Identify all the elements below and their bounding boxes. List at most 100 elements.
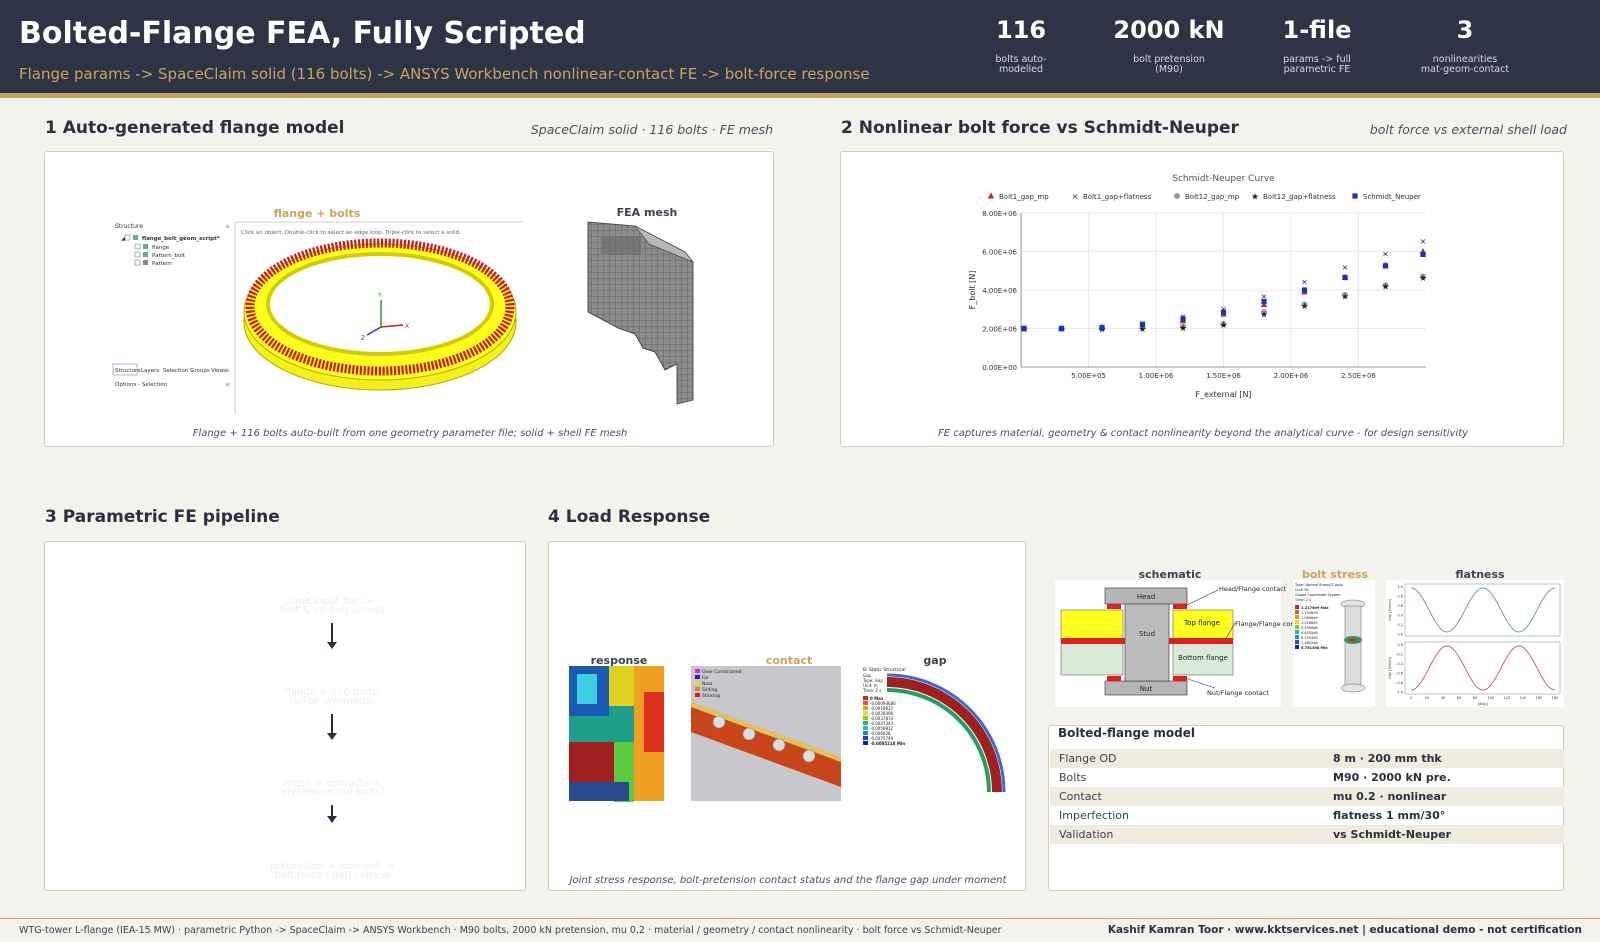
section-2-note: bolt force vs external shell load [1369,122,1567,137]
kpi-bolts: 116 bolts auto- modelled [946,16,1096,75]
y-tick-label: 6.00E+06 [982,249,1017,257]
svg-text:≡: ≡ [225,223,230,230]
table-value: flatness 1 mm/30° [1333,809,1446,822]
y-tick-label: 4.00E+06 [982,287,1017,295]
svg-text:Unit: Pa: Unit: Pa [1295,588,1309,592]
page-subtitle: Flange params -> SpaceClaim solid (116 b… [19,65,870,83]
load-response-caption: Joint stress response, bolt-pretension c… [569,875,1007,886]
bolt-schematic-image: Head Stud Nut Top flange Bottom flange H… [1055,580,1308,707]
svg-text:Time: 2 s: Time: 2 s [1294,598,1311,602]
schematic-nf: Nut/Flange contact [1207,689,1269,697]
axis-x-label: X [405,323,409,330]
svg-text:7.4852e8: 7.4852e8 [1301,641,1318,645]
legend-label: Bolt12_gap_mp [1185,193,1240,201]
pipeline-arrow [331,623,333,643]
kpi-label: nonlinearities mat-geom-contact [1420,54,1510,75]
tree-structure-label: Structure [115,223,143,230]
flatness-x-label: [deg.] [1478,702,1489,706]
data-point: × [1382,249,1389,258]
kpi-value: 116 [995,16,1047,44]
tree-item: Pattern_bolt [152,253,186,259]
flatness-y-tick: -0.4 [1396,662,1404,666]
flatness-y-tick: 0.2 [1397,623,1403,627]
y-axis-label: F_bolt [N] [968,271,977,310]
legend-label: Bolt12_gap+flatness [1263,193,1336,201]
flatness-plot-image: 0 20 40 60 80 100 120 140 160 180 1.0 0.8 0.6 0.4 0.2 0… [1386,580,1564,707]
table-row: Flange OD 8 m · 200 mm thk [1050,749,1564,768]
table-value: 8 m · 200 mm thk [1333,752,1442,765]
load-response-figures: Over Constrained Far Near Sliding Sticki… [569,666,1006,802]
svg-text:≡: ≡ [225,381,230,388]
table-row: Contact mu 0.2 · nonlinear [1050,787,1564,806]
chart-title: Schmidt-Neuper Curve [1172,174,1275,184]
svg-text:1.2176e9 Max: 1.2176e9 Max [1301,606,1329,610]
viewport-hint: Click an object. Double-click to select … [241,230,461,236]
pipeline-step-solve: nonlinear solve + results pretension + m… [150,822,515,888]
fea-mesh-image [587,221,694,405]
kpi-label: bolts auto- modelled [995,54,1047,75]
schematic-bottom-flange: Bottom flange [1178,654,1228,662]
flatness-y-tick: -0.8 [1396,681,1403,685]
kpi-value: 2000 kN [1113,16,1225,44]
schematic-nut: Nut [1140,685,1153,693]
tree-item: flange [152,245,170,251]
flatness-y-tick: -0.2 [1396,653,1403,657]
legend-marker [1352,193,1358,199]
section-4-title: 4 Load Response [548,507,711,527]
flatness-y-tick: 0.8 [1397,595,1403,599]
pipeline-step-desc: flange + 116 bolts, full or symmetric [284,687,381,707]
data-point: × [1420,237,1427,246]
contact-legend-item: Far [702,675,709,681]
flatness-x-tick: 80 [1473,696,1477,700]
pipeline-step-workbench: Workbench FE assembly mesh + contacts + … [150,739,515,805]
pipeline-step-title: flange geometry params [249,571,416,585]
flatness-y-tick: 0.6 [1397,604,1403,608]
data-point: ★ [1179,324,1187,334]
svg-text:6.7815e8 Min: 6.7815e8 Min [1301,646,1328,650]
kpi-value: 3 [1456,16,1474,44]
table-row: Validation vs Schmidt-Neuper [1050,825,1564,844]
svg-text:Type: Normal Stress(Z Axis): Type: Normal Stress(Z Axis) [1294,583,1344,587]
data-point: ★ [1381,283,1389,293]
gap-contour-image: B: Static Structural Gap Type: Gap Unit:… [862,667,1006,793]
tree-root: flange_bolt_geom_script* [142,236,220,242]
data-point: × [1342,263,1349,272]
side-figures: Head Stud Nut Top flange Bottom flange H… [1055,580,1564,707]
kpi-label: bolt pretension (M90) [1133,54,1205,75]
data-point [1180,316,1186,322]
flatness-y-tick: 0.0 [1397,643,1403,647]
footer-credit: Kashif Kamran Toor · www.kktservices.net… [1107,924,1582,936]
tree-tab: Selection Groups [163,368,210,374]
flatness-x-tick: 60 [1457,696,1461,700]
flatness-y-tick: -1.0 [1396,691,1403,695]
contact-legend-item: Over Constrained [702,669,742,675]
flatness-y-tick: 1.0 [1397,585,1403,589]
svg-text:1.0836e9: 1.0836e9 [1301,616,1318,620]
contact-legend-item: Near [702,681,713,687]
section-3-title: 3 Parametric FE pipeline [45,507,280,527]
pipeline-step-desc: one input file -> bolt & no-bolt scripts [280,596,385,616]
data-point [1099,324,1105,331]
flatness-y-tick: 0.0 [1397,633,1403,637]
pipeline-step-params: flange geometry params one input file ->… [150,557,515,623]
x-tick-label: 2.00E+06 [1274,372,1309,380]
data-point: ★ [1300,302,1308,312]
legend-marker [987,192,995,199]
data-point [1139,322,1146,328]
flatness-x-tick: 0 [1410,696,1412,700]
svg-text:Time: 2 s: Time: 2 s [862,688,881,693]
flatness-y-tick: -0.6 [1396,672,1403,676]
contact-status-image: Over Constrained Far Near Sliding Sticki… [691,666,841,801]
data-point [1342,274,1348,281]
svg-text:8.8255e8: 8.8255e8 [1301,631,1318,635]
data-point: ★ [1219,321,1227,331]
legend-label: Schmidt_Neuper [1363,193,1421,201]
kpi-file: 1-file params -> full parametric FE [1242,16,1392,75]
data-point [1301,287,1308,293]
pipeline-step-desc: mesh + contacts + pretension (all bolts) [280,778,385,798]
flange-model-panel: Structure ≡ ◢ flange_bolt_geom_script* f… [44,151,774,447]
schmidt-neuper-chart: Schmidt-Neuper Curve 0.00E+00 2.00E+06 4.00… [968,174,1427,399]
fea-mesh-label: FEA mesh [617,206,678,219]
data-point: ★ [1341,292,1349,302]
svg-text:1.0166e9: 1.0166e9 [1301,621,1318,625]
